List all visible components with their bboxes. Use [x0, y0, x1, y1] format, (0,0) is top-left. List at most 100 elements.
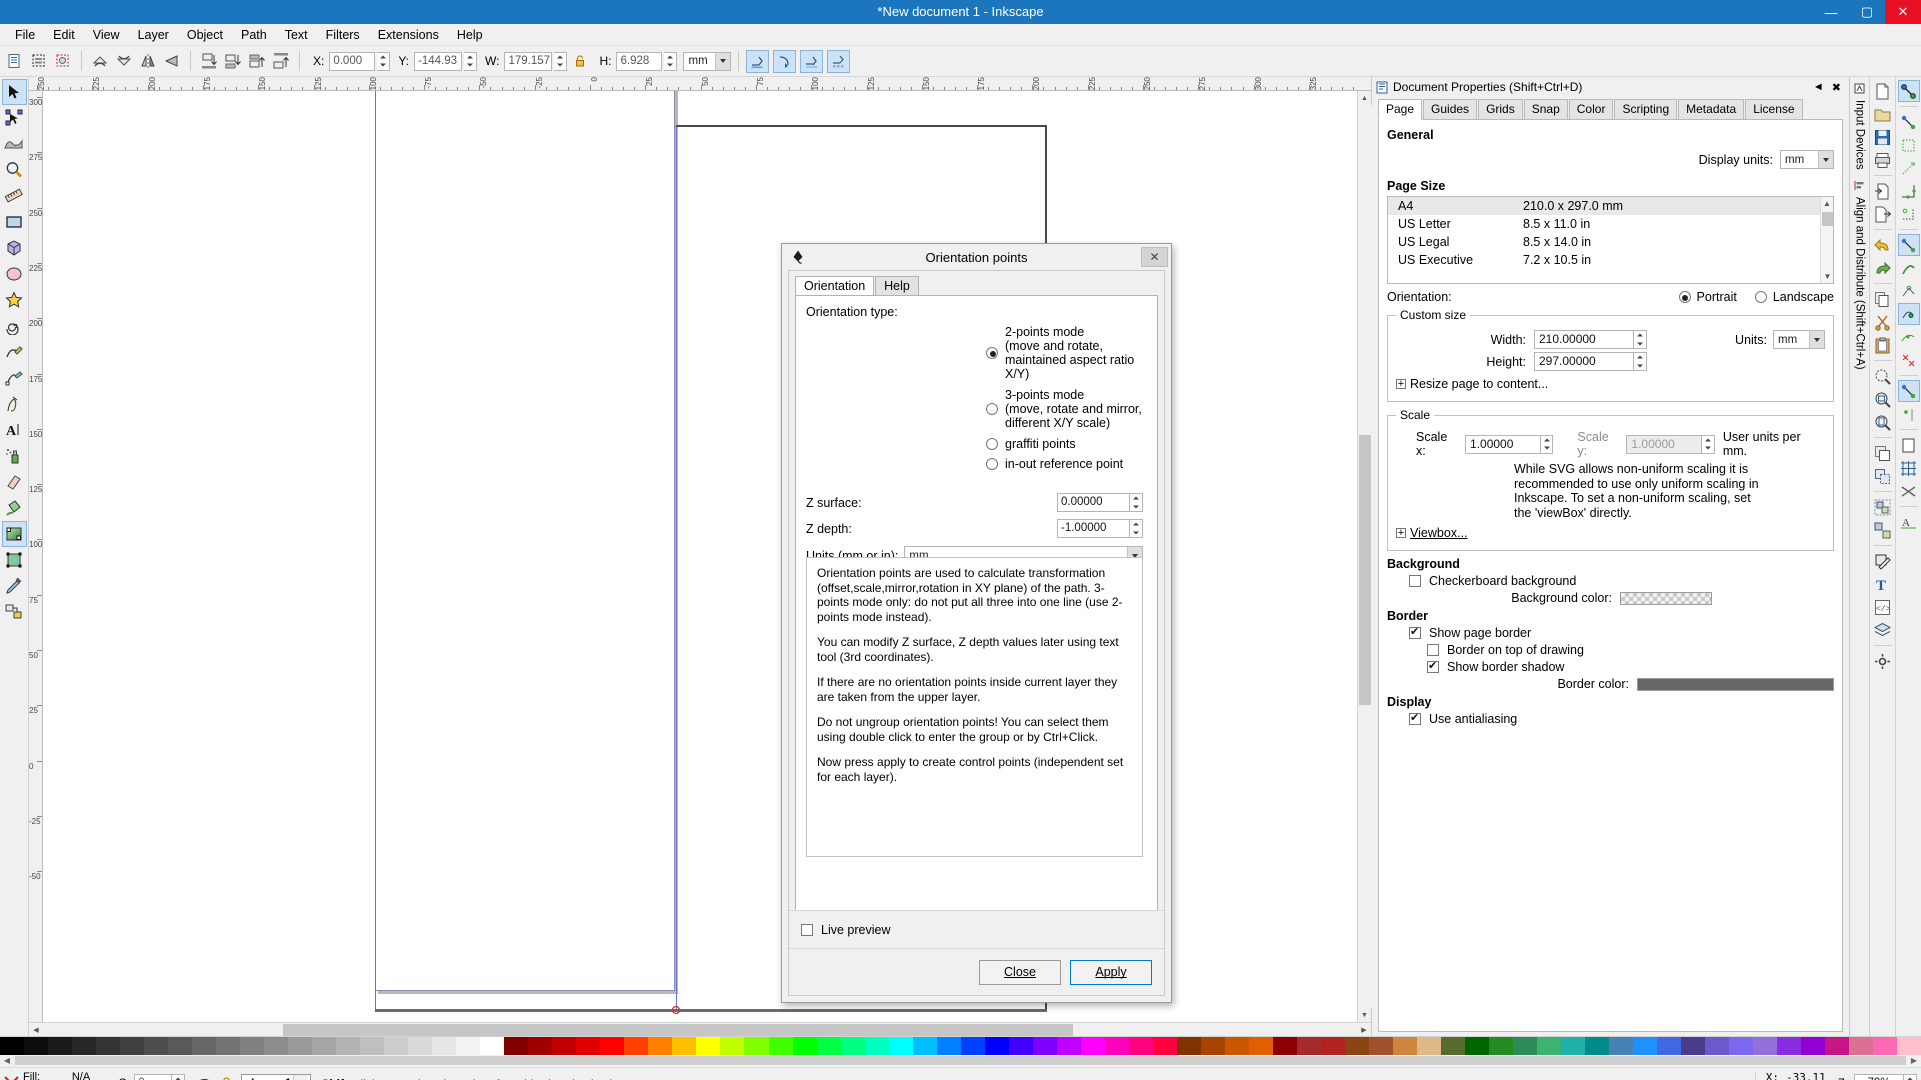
palette-swatch[interactable]	[24, 1037, 49, 1055]
canvas-horizontal-scrollbar[interactable]: ◀ ▶	[29, 1022, 1371, 1036]
z-surface-stepper[interactable]	[1130, 493, 1143, 512]
x-input[interactable]: 0.000	[329, 51, 376, 71]
ellipse-tool[interactable]	[2, 261, 27, 287]
lower-to-bottom-icon[interactable]	[198, 50, 220, 72]
palette-swatch[interactable]	[1657, 1037, 1682, 1055]
page-size-scroll-thumb[interactable]	[1822, 212, 1833, 226]
palette-swatch[interactable]	[1464, 1037, 1489, 1055]
viewbox-row[interactable]: + Viewbox...	[1396, 526, 1825, 540]
expand-icon[interactable]: +	[1396, 379, 1406, 390]
minimize-button[interactable]: —	[1813, 0, 1849, 24]
palette-swatch[interactable]	[1416, 1037, 1441, 1055]
measure-tool[interactable]	[2, 183, 27, 209]
undo-icon[interactable]	[1872, 234, 1894, 256]
new-document-icon[interactable]	[1872, 80, 1894, 102]
pencil-tool[interactable]	[2, 339, 27, 365]
raise-one-step-icon[interactable]	[246, 50, 268, 72]
palette-swatch[interactable]	[1272, 1037, 1297, 1055]
fill-stroke-icon[interactable]	[1872, 550, 1894, 572]
tweak-tool[interactable]	[2, 131, 27, 157]
deselect-icon[interactable]	[52, 50, 74, 72]
palette-swatch[interactable]	[1344, 1037, 1369, 1055]
scroll-down-button[interactable]: ▼	[1358, 1008, 1372, 1022]
z-depth-input[interactable]: -1.00000	[1057, 519, 1130, 538]
palette-swatch[interactable]	[1008, 1037, 1033, 1055]
palette-swatch[interactable]	[264, 1037, 289, 1055]
palette-swatch[interactable]	[552, 1037, 577, 1055]
palette-swatch[interactable]	[1224, 1037, 1249, 1055]
color-palette[interactable]	[0, 1036, 1921, 1055]
gradient-tool[interactable]	[1, 521, 27, 547]
docprops-collapse-button[interactable]: ◄	[1813, 81, 1824, 94]
zoom-tool[interactable]	[2, 157, 27, 183]
palette-swatch[interactable]	[960, 1037, 985, 1055]
palette-swatch[interactable]	[696, 1037, 721, 1055]
preferences-icon[interactable]	[1872, 650, 1894, 672]
palette-swatch[interactable]	[240, 1037, 265, 1055]
radio-graffiti-points[interactable]: graffiti points	[986, 437, 1157, 451]
snap-text-baselines-icon[interactable]: A	[1898, 511, 1920, 533]
dialog-close-button[interactable]: ✕	[1141, 247, 1168, 267]
palette-swatch[interactable]	[1777, 1037, 1802, 1055]
snap-bbox-edges-icon[interactable]	[1898, 157, 1920, 179]
orientation-points-dialog[interactable]: Orientation points ✕ Orientation Help Or…	[781, 243, 1172, 1003]
layers-icon[interactable]	[1872, 619, 1894, 641]
save-document-icon[interactable]	[1872, 126, 1894, 148]
palette-swatch[interactable]	[1681, 1037, 1706, 1055]
palette-swatch[interactable]	[1200, 1037, 1225, 1055]
import-icon[interactable]	[1872, 180, 1894, 202]
page-size-row-a4[interactable]: A4 210.0 x 297.0 mm	[1388, 197, 1833, 215]
bezier-tool[interactable]	[2, 365, 27, 391]
y-input[interactable]: -144.93	[414, 51, 463, 71]
palette-swatch[interactable]	[216, 1037, 241, 1055]
palette-swatch[interactable]	[1825, 1037, 1850, 1055]
palette-swatch[interactable]	[624, 1037, 649, 1055]
border-color-swatch[interactable]	[1637, 677, 1834, 691]
rectangle-tool[interactable]	[2, 209, 27, 235]
text-properties-icon[interactable]: T	[1872, 573, 1894, 595]
palette-swatch[interactable]	[1585, 1037, 1610, 1055]
fill-stroke-indicator[interactable]: Fill: N/A Stroke: N/A	[23, 1071, 90, 1080]
snap-grid-icon[interactable]	[1898, 457, 1920, 479]
tab-color[interactable]: Color	[1568, 99, 1614, 119]
menu-extensions[interactable]: Extensions	[369, 24, 448, 46]
menu-layer[interactable]: Layer	[129, 24, 178, 46]
selector-tool[interactable]	[1, 79, 27, 105]
width-input[interactable]: 210.00000	[1534, 330, 1634, 349]
spiral-tool[interactable]	[2, 313, 27, 339]
radio-in-out-reference-point[interactable]: in-out reference point	[986, 457, 1157, 471]
y-stepper[interactable]	[464, 51, 478, 71]
palette-swatch[interactable]	[1320, 1037, 1345, 1055]
palette-swatch[interactable]	[408, 1037, 433, 1055]
tab-grids[interactable]: Grids	[1478, 99, 1523, 119]
z-depth-stepper[interactable]	[1130, 519, 1143, 538]
palette-swatch[interactable]	[456, 1037, 481, 1055]
menu-object[interactable]: Object	[178, 24, 232, 46]
paint-bucket-tool[interactable]	[2, 495, 27, 521]
palette-swatch[interactable]	[1561, 1037, 1586, 1055]
z-surface-input[interactable]: 0.00000	[1057, 493, 1130, 512]
palette-scroll-trough[interactable]	[15, 1056, 1906, 1065]
flip-horizontal-icon[interactable]	[137, 50, 159, 72]
calligraphy-tool[interactable]	[2, 391, 27, 417]
group-icon[interactable]	[1872, 496, 1894, 518]
palette-swatch[interactable]	[648, 1037, 673, 1055]
eraser-tool[interactable]	[2, 469, 27, 495]
border-on-top-checkbox[interactable]	[1427, 644, 1439, 656]
page-size-row-us-legal[interactable]: US Legal 8.5 x 14.0 in	[1388, 233, 1833, 251]
palette-swatch[interactable]	[1104, 1037, 1129, 1055]
snap-bounding-box-icon[interactable]	[1898, 111, 1920, 133]
affect-gradients-toggle[interactable]	[800, 49, 824, 73]
tab-metadata[interactable]: Metadata	[1678, 99, 1745, 119]
export-icon[interactable]	[1872, 203, 1894, 225]
palette-swatch[interactable]	[1368, 1037, 1393, 1055]
palette-swatch[interactable]	[1056, 1037, 1081, 1055]
affect-stroke-width-toggle[interactable]	[746, 49, 770, 73]
vscroll-trough[interactable]	[1357, 105, 1372, 1008]
page-size-scroll-down[interactable]: ▼	[1821, 270, 1833, 283]
w-input[interactable]: 179.157	[504, 51, 553, 71]
resize-to-content-row[interactable]: + Resize page to content...	[1396, 377, 1825, 391]
open-document-icon[interactable]	[1872, 103, 1894, 125]
viewbox-expand-icon[interactable]: +	[1396, 528, 1406, 539]
palette-swatch[interactable]	[936, 1037, 961, 1055]
